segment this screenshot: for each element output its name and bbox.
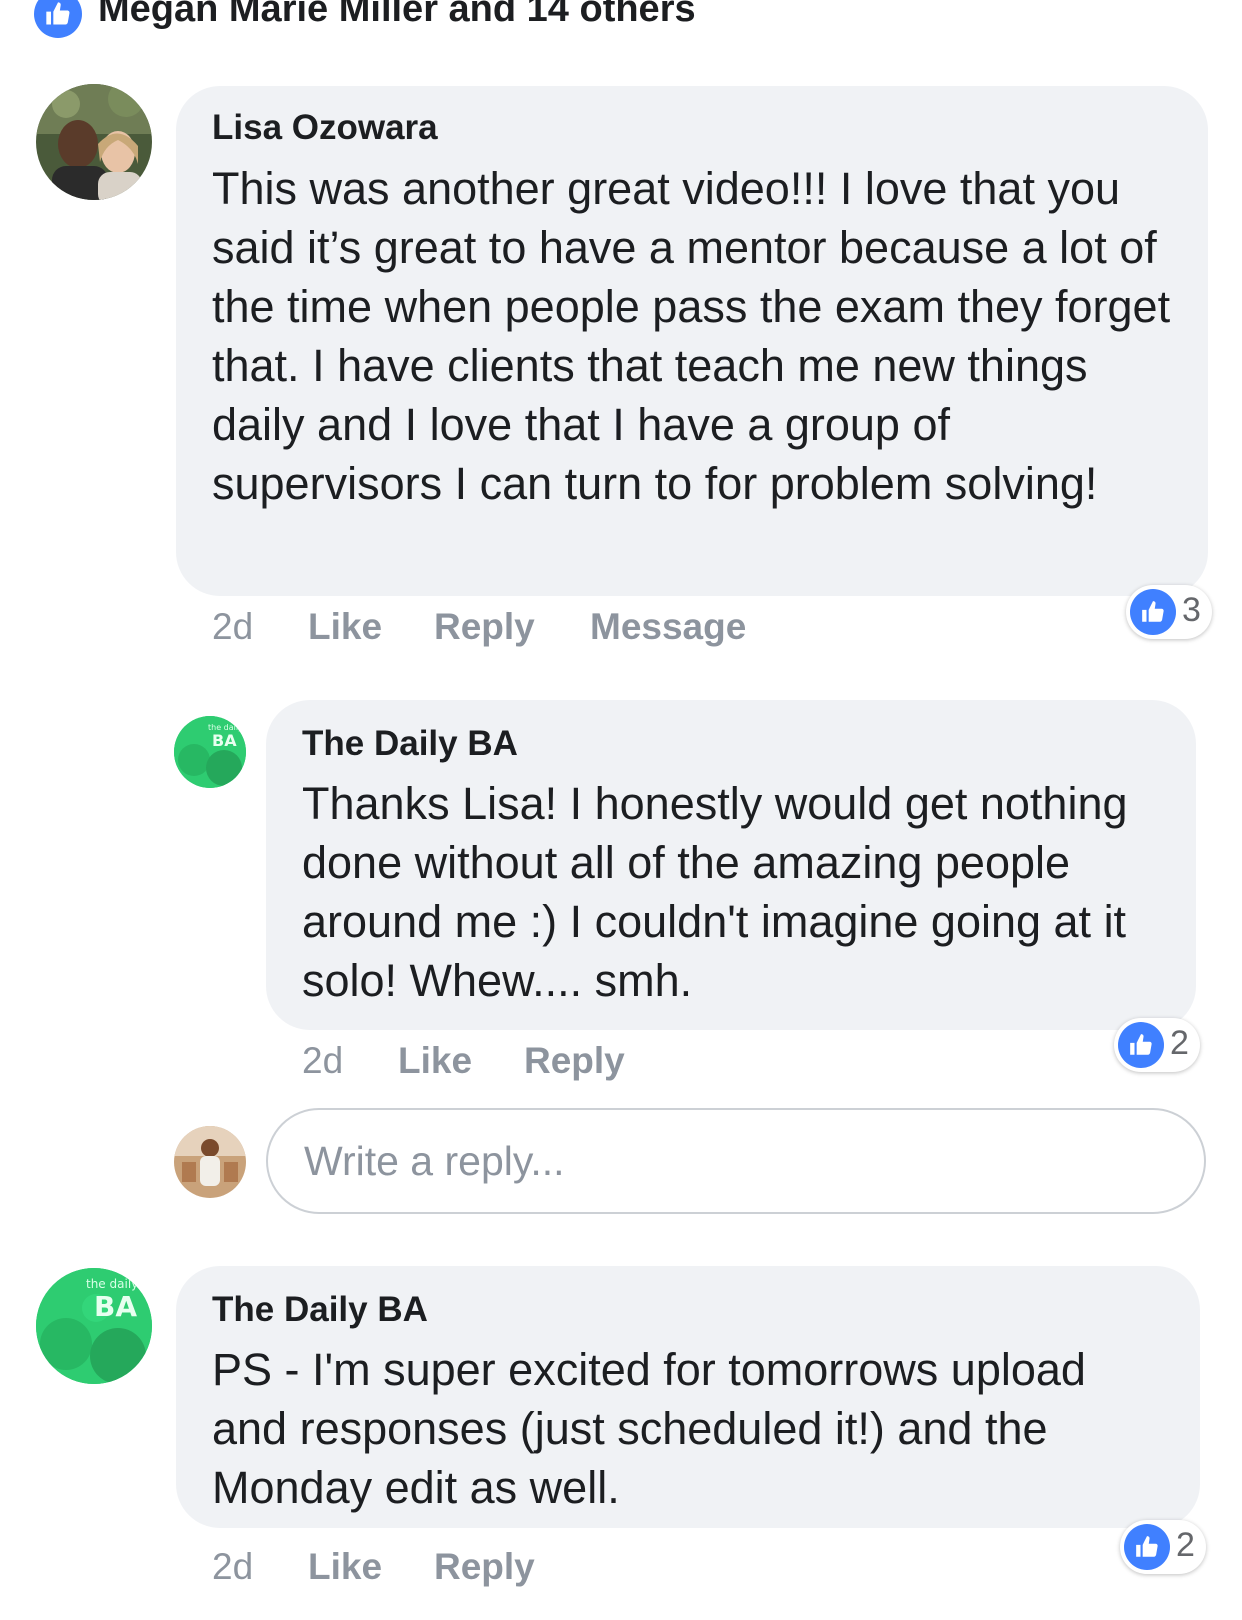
thumbs-up-icon [1118,1022,1164,1068]
comment-bubble: Lisa Ozowara This was another great vide… [176,86,1208,596]
like-button[interactable]: Like [398,1040,472,1082]
thumbs-up-icon [1130,589,1176,635]
reaction-count-badge[interactable]: 3 [1126,585,1212,639]
comment-timestamp: 2d [212,606,254,647]
reply-button[interactable]: Reply [524,1040,625,1082]
reaction-count: 2 [1176,1526,1195,1564]
comment-timestamp: 2d [302,1040,344,1081]
like-button[interactable]: Like [308,606,382,648]
avatar[interactable]: the daily BA [174,716,246,788]
comment-actions: 2d Like Reply [212,1546,712,1592]
reactors-summary[interactable]: Megan Marie Miller and 14 others [98,0,696,31]
comment-text: This was another great video!!! I love t… [212,163,1171,509]
comment-author[interactable]: The Daily BA [302,724,518,764]
avatar[interactable] [36,84,152,200]
svg-text:the daily: the daily [86,1277,138,1291]
reply-input-placeholder: Write a reply... [304,1138,565,1184]
current-user-avatar [174,1126,246,1198]
reply-button[interactable]: Reply [434,606,535,648]
svg-text:BA: BA [94,1290,137,1323]
header-like-icon [34,0,82,38]
reaction-count: 2 [1170,1024,1189,1062]
reply-input[interactable]: Write a reply... [266,1108,1206,1214]
reaction-count: 3 [1182,591,1201,629]
comment-bubble: The Daily BA PS - I'm super excited for … [176,1266,1200,1528]
comment-timestamp: 2d [212,1546,254,1587]
comment-actions: 2d Like Reply Message [212,606,912,652]
comment-text: Thanks Lisa! I honestly would get nothin… [302,778,1128,1006]
thumbs-up-icon [1124,1524,1170,1570]
reaction-count-badge[interactable]: 2 [1114,1018,1200,1072]
reply-button[interactable]: Reply [434,1546,535,1588]
comment-text: PS - I'm super excited for tomorrows upl… [212,1344,1086,1513]
avatar[interactable]: the daily BA [36,1268,152,1384]
comment-author[interactable]: The Daily BA [212,1290,428,1330]
like-button[interactable]: Like [308,1546,382,1588]
comment-author[interactable]: Lisa Ozowara [212,108,438,148]
message-button[interactable]: Message [590,606,746,648]
svg-text:BA: BA [212,731,237,750]
reaction-count-badge[interactable]: 2 [1120,1520,1206,1574]
comment-actions: 2d Like Reply [302,1040,802,1086]
comment-bubble: The Daily BA Thanks Lisa! I honestly wou… [266,700,1196,1030]
